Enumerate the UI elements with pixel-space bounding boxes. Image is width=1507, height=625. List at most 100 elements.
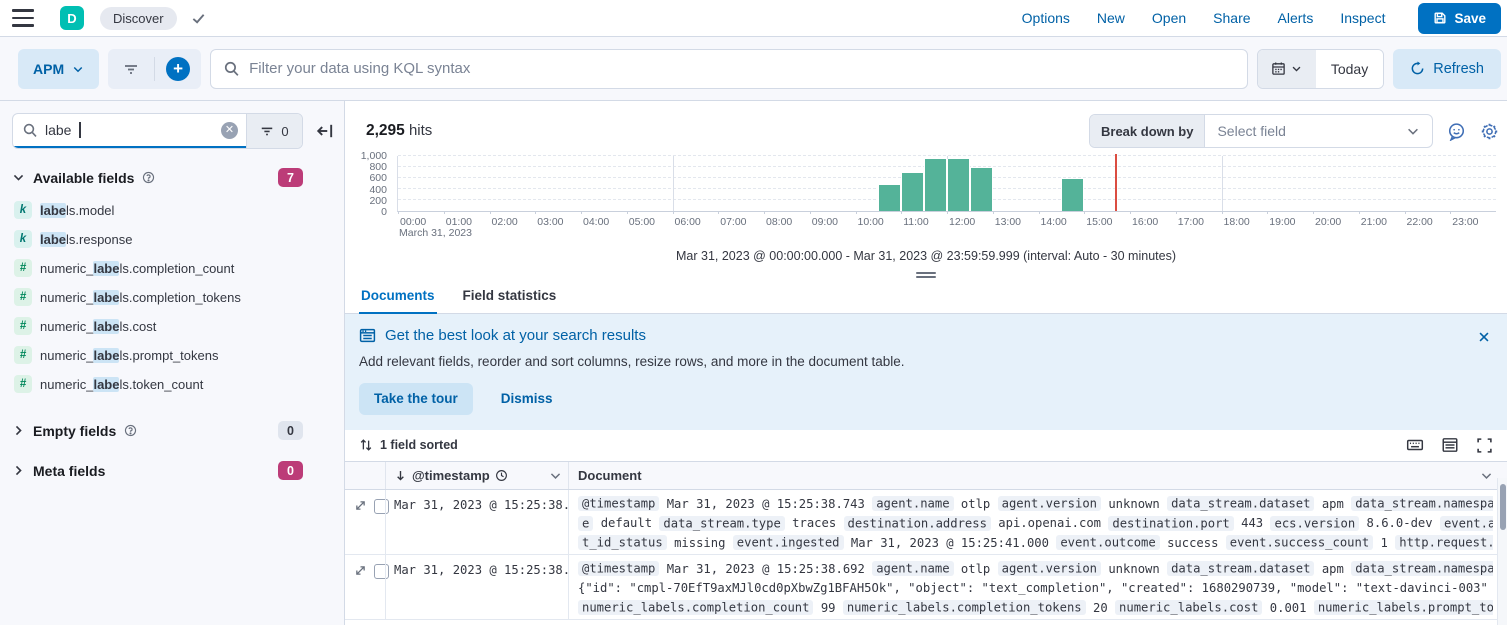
x-tick-label: 09:00 [812,216,838,228]
tab-documents[interactable]: Documents [359,281,437,314]
x-tick-label: 22:00 [1406,216,1432,228]
document-cell: @timestamp Mar 31, 2023 @ 15:25:38.692 a… [568,555,1507,619]
help-icon[interactable] [124,424,137,437]
collapse-sidebar-icon[interactable] [316,122,334,140]
hits-row: 2,295 hits Break down by Select field [345,101,1507,148]
y-tick-label: 600 [369,172,387,184]
app-logo[interactable]: D [60,6,84,30]
callout-title: Get the best look at your search results [385,327,646,344]
histogram-bar[interactable] [970,168,993,211]
field-search-input[interactable]: labe ✕ [13,114,246,148]
nav-link-new[interactable]: New [1097,10,1125,26]
field-item-numeric_labels.token_count[interactable]: #numeric_labels.token_count [12,374,344,394]
x-tick-label: 17:00 [1178,216,1204,228]
field-chip: agent.version [998,496,1101,511]
help-icon[interactable] [142,171,155,184]
chevron-down-icon [72,63,84,75]
nav-link-options[interactable]: Options [1022,10,1070,26]
x-tick-label: 13:00 [995,216,1021,228]
sort-desc-icon [394,469,407,482]
field-name: numeric_labels.prompt_tokens [40,348,218,363]
histogram-bar[interactable] [947,159,970,211]
breakdown-select[interactable]: Select field [1205,115,1432,147]
content-area: labe ✕ 0 Available fields 7 k [0,101,1507,625]
field-item-numeric_labels.completion_tokens[interactable]: #numeric_labels.completion_tokens [12,287,344,307]
histogram-bar[interactable] [924,159,947,211]
top-header: D Discover Options New Open Share Alerts Insp… [0,0,1507,37]
save-button[interactable]: Save [1418,3,1501,34]
date-range-button[interactable]: Today [1316,50,1383,88]
grid-header-document[interactable]: Document [568,462,1507,489]
chevron-down-icon [1291,63,1302,74]
field-item-numeric_labels.prompt_tokens[interactable]: #numeric_labels.prompt_tokens [12,345,344,365]
feedback-icon[interactable] [1447,122,1466,141]
nav-link-alerts[interactable]: Alerts [1278,10,1314,26]
empty-fields-header[interactable]: Empty fields 0 [12,421,303,440]
data-view-picker[interactable]: APM [18,49,99,89]
field-name: numeric_labels.cost [40,319,156,334]
expand-row-icon[interactable] [354,564,367,577]
scrollbar-thumb[interactable] [1500,484,1506,530]
field-name: labels.model [40,203,114,218]
gear-icon[interactable] [1480,122,1499,141]
grid-header: @timestamp Document [345,461,1507,490]
field-filter-button[interactable]: 0 [246,114,302,148]
main-panel: 2,295 hits Break down by Select field [345,101,1507,625]
available-fields-header[interactable]: Available fields 7 [12,168,303,187]
refresh-button[interactable]: Refresh [1393,49,1501,89]
x-tick-label: 14:00 [1041,216,1067,228]
x-tick-label: 23:00 [1452,216,1478,228]
tab-field-statistics[interactable]: Field statistics [461,281,559,313]
refresh-icon [1410,61,1425,76]
expand-row-icon[interactable] [354,499,367,512]
field-item-numeric_labels.completion_count[interactable]: #numeric_labels.completion_count [12,258,344,278]
meta-fields-header[interactable]: Meta fields 0 [12,461,303,480]
add-filter-button[interactable]: + [155,49,201,89]
fullscreen-icon[interactable] [1476,437,1493,454]
grid-header-timestamp[interactable]: @timestamp [385,462,568,489]
filter-menu-icon[interactable] [108,49,154,89]
x-tick-label: 05:00 [629,216,655,228]
fields-sidebar: labe ✕ 0 Available fields 7 k [0,101,345,625]
grid-toolbar: 1 field sorted [345,430,1507,461]
histogram-bar[interactable] [878,185,901,211]
kql-query-bar[interactable] [210,49,1248,89]
resize-handle[interactable] [916,272,936,278]
field-name: numeric_labels.completion_count [40,261,234,276]
x-tick-label: 06:00 [675,216,701,228]
nav-link-open[interactable]: Open [1152,10,1186,26]
field-item-labels.response[interactable]: klabels.response [12,229,344,249]
take-tour-button[interactable]: Take the tour [359,383,473,415]
field-item-labels.model[interactable]: klabels.model [12,200,344,220]
filter-icon [260,124,274,138]
chart-plot-area[interactable]: 00:0001:0002:0003:0004:0005:0006:0007:00… [397,156,1496,212]
timestamp-cell: Mar 31, 2023 @ 15:25:38.743 [385,490,568,554]
breadcrumb[interactable]: Discover [100,7,177,30]
menu-icon[interactable] [12,9,34,27]
display-options-icon[interactable] [1441,436,1459,454]
x-tick-label: 04:00 [583,216,609,228]
timestamp-cell: Mar 31, 2023 @ 15:25:38.692 [385,555,568,619]
field-chip: @timestamp [578,561,659,576]
current-time-marker [1115,154,1117,211]
search-icon [223,60,240,77]
nav-link-share[interactable]: Share [1213,10,1250,26]
close-icon[interactable] [1477,330,1491,344]
histogram-bar[interactable] [901,173,924,211]
dismiss-button[interactable]: Dismiss [501,391,553,406]
keyboard-shortcuts-icon[interactable] [1406,436,1424,454]
breakdown-control: Break down by Select field [1089,114,1433,148]
field-item-numeric_labels.cost[interactable]: #numeric_labels.cost [12,316,344,336]
date-picker-menu[interactable] [1258,50,1316,88]
fields-sorted-button[interactable]: 1 field sorted [380,438,458,452]
save-icon [1433,11,1447,25]
nav-link-inspect[interactable]: Inspect [1340,10,1385,26]
clear-search-icon[interactable]: ✕ [221,122,238,139]
date-picker: Today [1257,49,1384,89]
kql-query-input[interactable] [249,60,1235,77]
x-tick-label: 12:00 [949,216,975,228]
histogram-bar[interactable] [1061,179,1084,211]
document-cell: @timestamp Mar 31, 2023 @ 15:25:38.743 a… [568,490,1507,554]
field-chip: destination.address [844,516,991,531]
x-tick-label: 21:00 [1361,216,1387,228]
